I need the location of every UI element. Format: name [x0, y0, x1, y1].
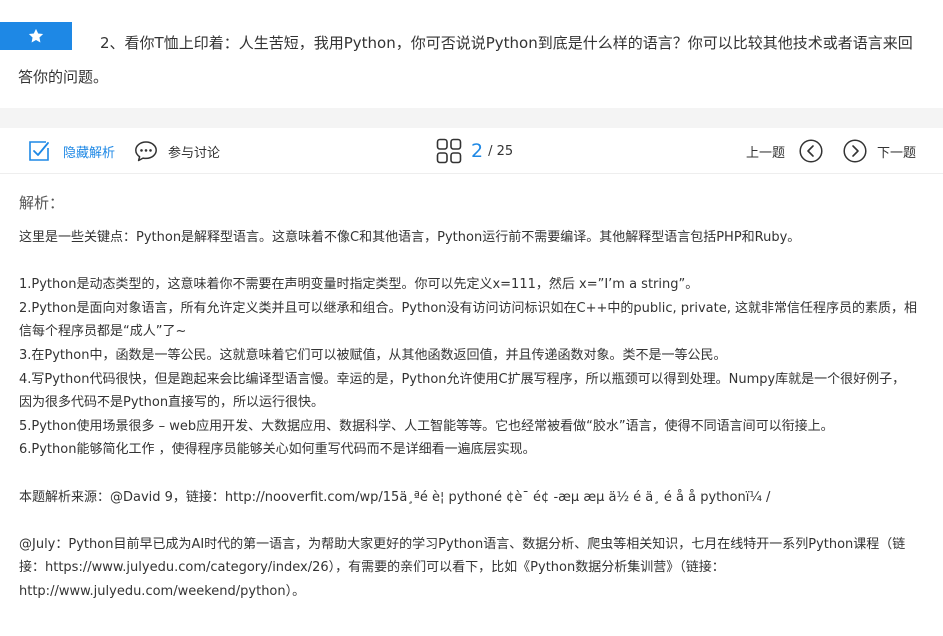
analysis-title: 解析： [19, 194, 65, 212]
discuss-label: 参与讨论 [168, 145, 221, 161]
analysis-point: 1.Python是动态类型的，这意味着你不需要在声明变量时指定类型。你可以先定义… [19, 277, 699, 293]
prev-question-button[interactable] [799, 128, 823, 174]
analysis-point: 6.Python能够简化工作 ，使得程序员能够关心如何重写代码而不是详细看一遍底… [19, 442, 536, 458]
question-pager[interactable]: 2 / 25 [436, 128, 513, 174]
next-question-button[interactable] [843, 128, 867, 174]
analysis-point: 5.Python使用场景很多 – web应用开发、大数据应用、数据科学、人工智能… [19, 418, 834, 434]
analysis-point: 2.Python是面向对象语言，所有允许定义类并且可以继承和组合。Python没… [19, 300, 917, 340]
next-question-label[interactable]: 下一题 [877, 128, 916, 174]
current-question-number: 2 [471, 140, 484, 162]
grid-icon [436, 138, 462, 164]
section-divider [0, 108, 943, 128]
analysis-point: 3.在Python中，函数是一等公民。这就意味着它们可以被赋值，从其他函数返回值… [19, 347, 727, 363]
chevron-left-circle-icon [799, 139, 823, 163]
question-toolbar: 隐藏解析 参与讨论 2 / 25 上一题 下一题 [0, 128, 943, 174]
total-questions: / 25 [488, 143, 514, 159]
analysis-source: 本题解析来源：@David 9，链接：http://nooverfit.com/… [19, 489, 771, 505]
analysis-body: 这里是一些关键点：Python是解释型语言。这意味着不像C和其他语言，Pytho… [19, 226, 917, 604]
analysis-panel: 解析： 这里是一些关键点：Python是解释型语言。这意味着不像C和其他语言，P… [0, 174, 943, 636]
analysis-intro: 这里是一些关键点：Python是解释型语言。这意味着不像C和其他语言，Pytho… [19, 230, 801, 245]
prev-question-label[interactable]: 上一题 [746, 128, 785, 174]
chat-bubble-icon [135, 141, 157, 162]
question-card: 2、看你T恤上印着：人生苦短，我用Python，你可否说说Python到底是什么… [0, 0, 943, 108]
hide-analysis-label: 隐藏解析 [63, 145, 116, 161]
july-note: @July：Python目前早已成为AI时代的第一语言，为帮助大家更好的学习Py… [19, 536, 906, 599]
discuss-button[interactable]: 参与讨论 [134, 128, 220, 174]
hide-analysis-button[interactable]: 隐藏解析 [26, 128, 115, 174]
question-text: 2、看你T恤上印着：人生苦短，我用Python，你可否说说Python到底是什么… [18, 34, 913, 86]
checkbox-icon [29, 141, 49, 161]
analysis-point: 4.写Python代码很快，但是跑起来会比编译型语言慢。幸运的是，Python允… [19, 371, 906, 411]
chevron-right-circle-icon [843, 139, 867, 163]
